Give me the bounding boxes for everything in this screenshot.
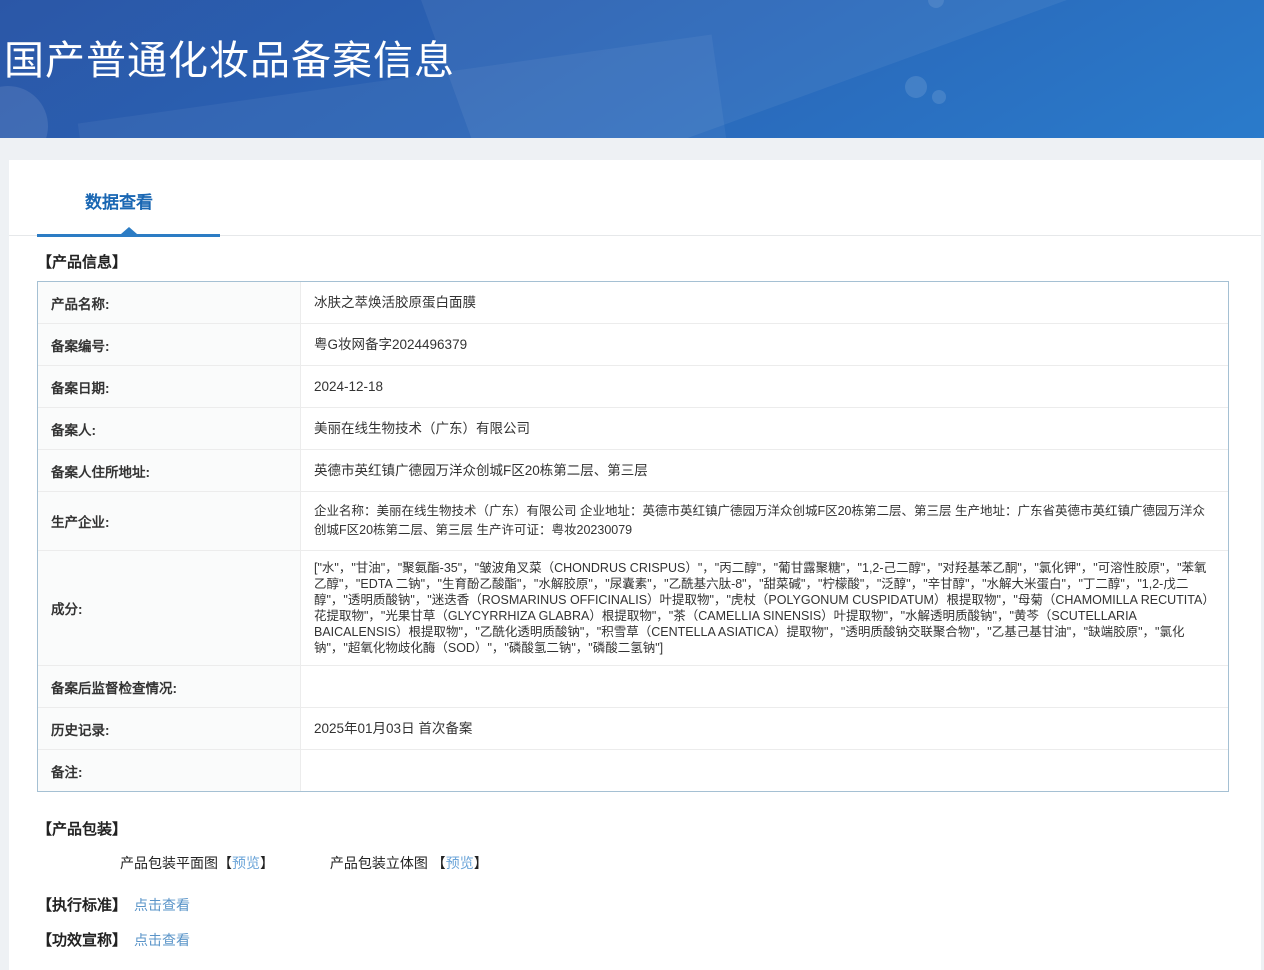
table-row: 备案编号: 粤G妆网备字2024496379 — [38, 323, 1228, 365]
row-value — [301, 666, 1228, 707]
standard-view-link[interactable]: 点击查看 — [134, 895, 190, 915]
packaging-row: 产品包装平面图【预览】 产品包装立体图 【预览】 — [120, 853, 1261, 873]
preview-link-stereo[interactable]: 预览 — [446, 855, 474, 871]
row-label: 备案后监督检查情况: — [38, 666, 301, 707]
table-row: 历史记录: 2025年01月03日 首次备案 — [38, 707, 1228, 749]
tab-bar: 数据查看 — [9, 160, 1261, 237]
row-label: 备案人住所地址: — [38, 450, 301, 491]
section-heading-product-info: 【产品信息】 — [37, 254, 128, 271]
row-value: 2025年01月03日 首次备案 — [314, 721, 473, 736]
row-label: 备案人: — [38, 408, 301, 449]
row-label: 备案日期: — [38, 366, 301, 407]
table-row: 备案人住所地址: 英德市英红镇广德园万洋众创城F区20栋第二层、第三层 — [38, 449, 1228, 491]
table-row: 生产企业: 企业名称：美丽在线生物技术（广东）有限公司 企业地址：英德市英红镇广… — [38, 491, 1228, 550]
active-tab-underline — [37, 227, 220, 237]
banner-decor-circle — [0, 86, 48, 138]
table-row: 备案日期: 2024-12-18 — [38, 365, 1228, 407]
section-heading-standard: 【执行标准】 — [37, 897, 128, 914]
packaging-item-flat: 产品包装平面图【预览】 — [120, 853, 274, 873]
row-value: 2024-12-18 — [314, 379, 384, 394]
table-row: 备案后监督检查情况: — [38, 665, 1228, 707]
tab-data-view[interactable]: 数据查看 — [85, 188, 153, 235]
row-value-ingredients: ["水"，"甘油"，"聚氨酯-35"，"皱波角叉菜（CHONDRUS CRISP… — [314, 561, 1209, 655]
row-value: 粤G妆网备字2024496379 — [314, 337, 468, 352]
page-header-banner: 国产普通化妆品备案信息 — [0, 0, 1264, 138]
banner-decor-dot — [905, 76, 927, 98]
row-label: 历史记录: — [38, 708, 301, 749]
row-label: 产品名称: — [38, 282, 301, 323]
page-title: 国产普通化妆品备案信息 — [4, 39, 455, 83]
standard-section: 【执行标准】 点击查看 — [37, 894, 1261, 915]
row-value: 企业名称：美丽在线生物技术（广东）有限公司 企业地址：英德市英红镇广德园万洋众创… — [314, 504, 1205, 537]
table-row: 备案人: 美丽在线生物技术（广东）有限公司 — [38, 407, 1228, 449]
efficacy-section: 【功效宣称】 点击查看 — [37, 929, 1261, 950]
table-row: 产品名称: 冰肤之萃焕活胶原蛋白面膜 — [38, 282, 1228, 323]
bracket-close: 】 — [473, 855, 488, 871]
row-label: 备案编号: — [38, 324, 301, 365]
row-value: 英德市英红镇广德园万洋众创城F区20栋第二层、第三层 — [314, 463, 648, 478]
section-heading-packaging: 【产品包装】 — [37, 821, 128, 838]
row-value: 冰肤之萃焕活胶原蛋白面膜 — [314, 295, 476, 310]
row-label: 生产企业: — [38, 492, 301, 550]
product-info-table: 产品名称: 冰肤之萃焕活胶原蛋白面膜 备案编号: 粤G妆网备字202449637… — [37, 281, 1229, 792]
bracket-open: 【 — [431, 855, 446, 871]
row-value — [301, 750, 1228, 791]
table-row: 备注: — [38, 749, 1228, 791]
banner-decor-dot — [932, 90, 946, 104]
packaging-item-stereo: 产品包装立体图 【预览】 — [330, 853, 488, 873]
row-label: 成分: — [38, 551, 301, 665]
packaging-item-label: 产品包装立体图 — [329, 855, 432, 871]
row-value: 美丽在线生物技术（广东）有限公司 — [314, 421, 530, 436]
content-card: 数据查看 【产品信息】 产品名称: 冰肤之萃焕活胶原蛋白面膜 备案编号: 粤G妆… — [9, 160, 1261, 970]
bracket-open: 【 — [218, 855, 232, 871]
preview-link-flat[interactable]: 预览 — [232, 855, 260, 871]
section-heading-efficacy: 【功效宣称】 — [37, 932, 128, 949]
bracket-close: 】 — [260, 855, 274, 871]
efficacy-view-link[interactable]: 点击查看 — [134, 930, 190, 950]
banner-decor-dot — [928, 0, 944, 8]
packaging-item-label: 产品包装平面图 — [120, 855, 218, 871]
row-label: 备注: — [38, 750, 301, 791]
table-row: 成分: ["水"，"甘油"，"聚氨酯-35"，"皱波角叉菜（CHONDRUS C… — [38, 550, 1228, 665]
